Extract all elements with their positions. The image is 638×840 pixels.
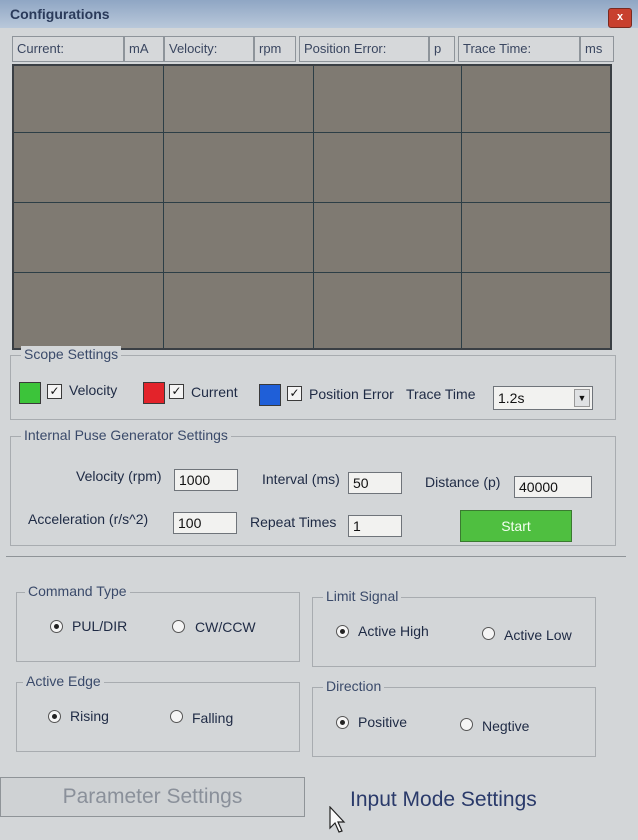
command-type-puldir-label: PUL/DIR <box>72 618 128 634</box>
limit-active-low-radio[interactable] <box>482 627 495 640</box>
limit-active-low-label: Active Low <box>504 627 572 643</box>
velocity-unit: rpm <box>254 36 296 62</box>
pg-velocity-input[interactable] <box>174 469 238 491</box>
section-divider <box>6 556 626 557</box>
active-edge-legend: Active Edge <box>23 673 104 689</box>
limit-active-high-radio[interactable] <box>336 625 349 638</box>
window-title: Configurations <box>10 6 110 22</box>
close-icon: x <box>616 11 624 23</box>
command-type-cwccw-label: CW/CCW <box>195 619 256 635</box>
configurations-window: Configurations x Current: mA Velocity: r… <box>0 0 638 840</box>
position-error-color-swatch[interactable] <box>259 384 281 406</box>
command-type-legend: Command Type <box>25 583 130 599</box>
edge-falling-label: Falling <box>192 710 234 726</box>
scope-grid-line <box>14 272 610 273</box>
position-error-readout-label: Position Error: <box>299 36 429 62</box>
checkmark-icon: ✓ <box>49 384 60 398</box>
checkmark-icon: ✓ <box>289 386 300 400</box>
trace-time-value: 1.2s <box>498 390 525 406</box>
pg-repeat-input[interactable] <box>348 515 402 537</box>
position-error-checkbox-label: Position Error <box>309 386 394 402</box>
direction-negative-radio[interactable] <box>460 718 473 731</box>
scope-settings-legend: Scope Settings <box>21 346 122 362</box>
position-error-checkbox[interactable]: ✓ <box>287 386 302 401</box>
command-type-puldir-radio[interactable] <box>50 620 63 633</box>
current-color-swatch[interactable] <box>143 382 165 404</box>
pg-acceleration-label: Acceleration (r/s^2) <box>28 511 149 527</box>
pg-acceleration-input[interactable] <box>173 512 237 534</box>
scope-grid-line <box>163 66 164 348</box>
scope-grid-line <box>313 66 314 348</box>
velocity-checkbox[interactable]: ✓ <box>47 384 62 399</box>
velocity-color-swatch[interactable] <box>19 382 41 404</box>
direction-group: Direction <box>312 678 596 757</box>
current-checkbox[interactable]: ✓ <box>169 384 184 399</box>
direction-positive-radio[interactable] <box>336 716 349 729</box>
pg-interval-input[interactable] <box>348 472 402 494</box>
oscilloscope-display <box>12 64 612 350</box>
edge-rising-label: Rising <box>70 708 109 724</box>
velocity-checkbox-label: Velocity <box>69 382 118 398</box>
trace-time-select[interactable]: 1.2s ▼ <box>493 386 593 410</box>
tab-parameter-settings[interactable]: Parameter Settings <box>0 777 305 817</box>
title-bar: Configurations x <box>0 0 638 28</box>
mouse-cursor-icon <box>329 806 346 833</box>
pg-velocity-label: Velocity (rpm) <box>76 468 162 484</box>
limit-active-high-label: Active High <box>358 623 429 639</box>
chevron-down-icon[interactable]: ▼ <box>574 389 590 407</box>
edge-falling-radio[interactable] <box>170 710 183 723</box>
position-error-unit: p <box>429 36 455 62</box>
current-unit: mA <box>124 36 164 62</box>
current-checkbox-label: Current <box>191 384 238 400</box>
pg-interval-label: Interval (ms) <box>262 471 340 487</box>
command-type-cwccw-radio[interactable] <box>172 620 185 633</box>
edge-rising-radio[interactable] <box>48 710 61 723</box>
checkmark-icon: ✓ <box>171 384 182 398</box>
current-readout-label: Current: <box>12 36 124 62</box>
pg-repeat-label: Repeat Times <box>250 514 337 530</box>
scope-grid-line <box>14 202 610 203</box>
scope-grid-line <box>14 132 610 133</box>
scope-grid-line <box>461 66 462 348</box>
trace-time-label: Trace Time <box>406 386 476 402</box>
trace-time-unit: ms <box>580 36 614 62</box>
tab-input-mode-settings[interactable]: Input Mode Settings <box>350 788 537 812</box>
limit-signal-legend: Limit Signal <box>323 588 402 604</box>
direction-negative-label: Negtive <box>482 718 530 734</box>
direction-positive-label: Positive <box>358 714 408 730</box>
readout-bar: Current: mA Velocity: rpm Position Error… <box>12 34 614 66</box>
start-button[interactable]: Start <box>460 510 572 542</box>
scope-settings-group: Scope Settings ✓ Velocity ✓ Current ✓ Po… <box>10 346 616 420</box>
pg-distance-input[interactable] <box>514 476 592 498</box>
pg-distance-label: Distance (p) <box>425 474 501 490</box>
close-button[interactable]: x <box>608 8 632 28</box>
velocity-readout-label: Velocity: <box>164 36 254 62</box>
direction-legend: Direction <box>323 678 385 694</box>
pulse-generator-legend: Internal Puse Generator Settings <box>21 427 231 443</box>
trace-time-readout-label: Trace Time: <box>458 36 580 62</box>
